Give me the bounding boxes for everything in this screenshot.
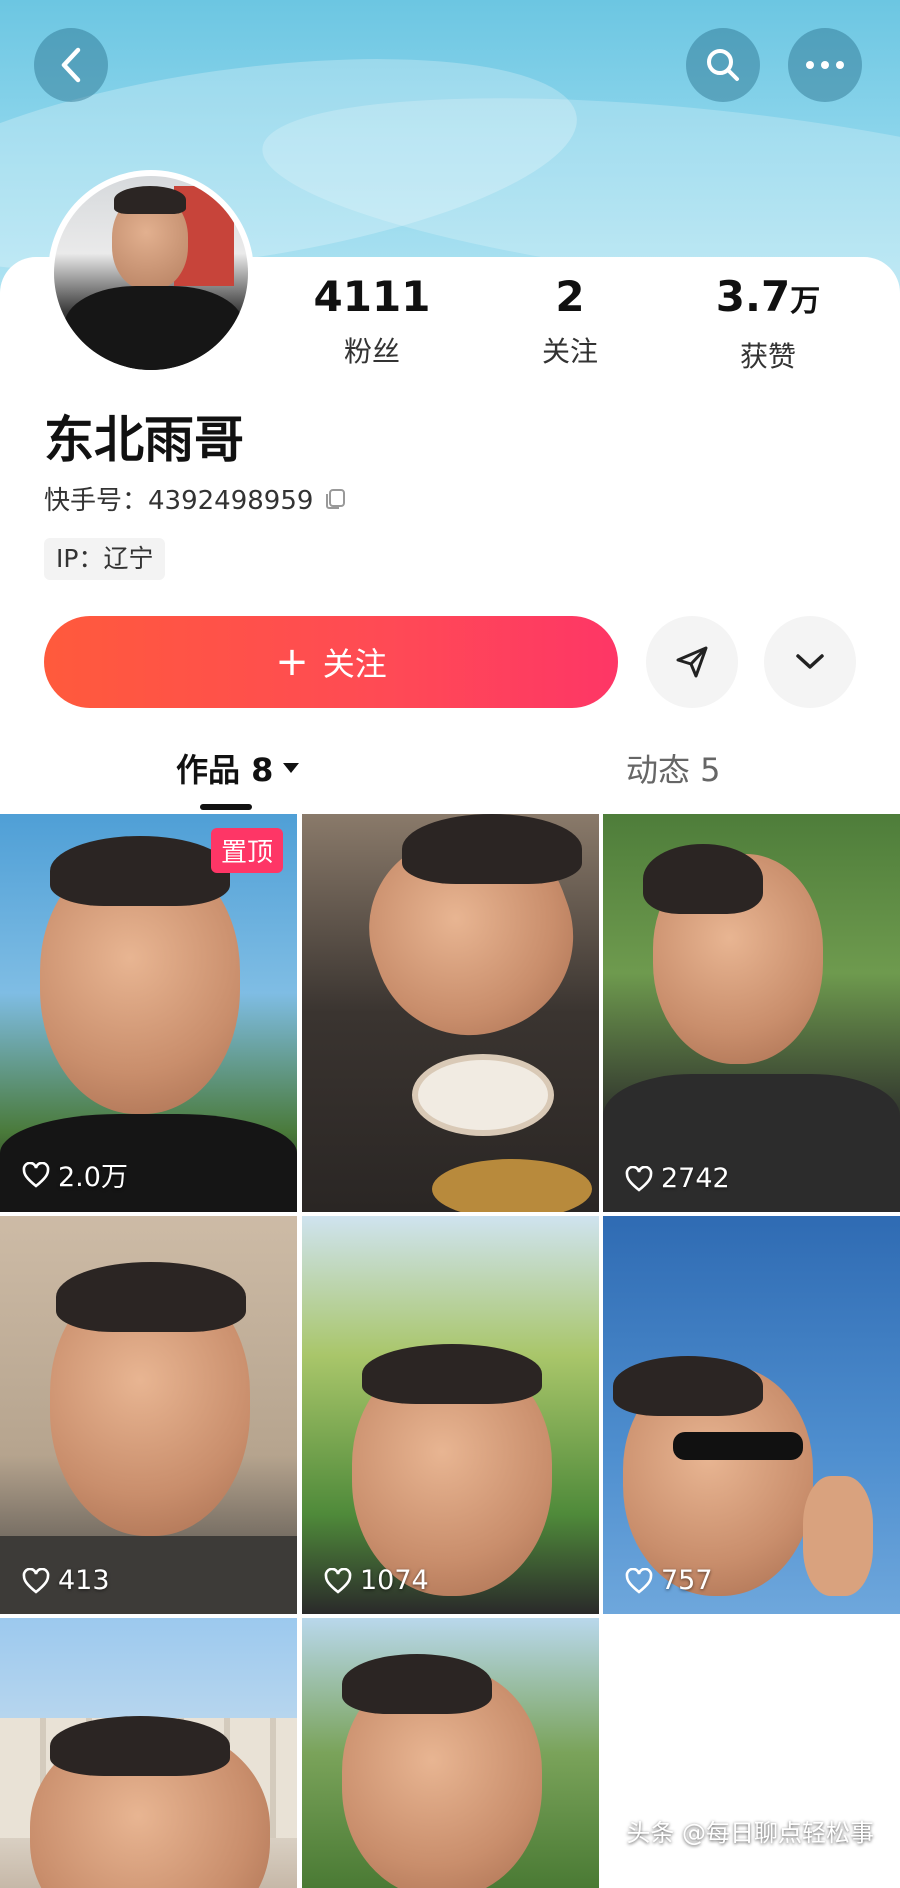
heart-icon [22,1567,50,1594]
video-likes: 2742 [625,1163,730,1194]
likes-count: 3.7 [715,272,791,321]
plus-icon: + [275,639,309,685]
video-likes: 413 [22,1565,110,1596]
send-icon [676,646,708,678]
heart-icon [22,1161,50,1188]
video-likes: 2.0万 [22,1155,128,1194]
user-id-row: 快手号：4392498959 [44,480,347,517]
copy-icon[interactable] [323,487,347,511]
video-thumbnail[interactable]: 757 [603,1216,900,1614]
follow-button[interactable]: + 关注 [44,616,618,708]
video-likes-count: 2742 [661,1163,730,1194]
video-thumbnail[interactable]: 2742 [603,814,900,1212]
tab-active-indicator [200,804,252,810]
stat-following[interactable]: 2 关注 [485,272,655,370]
video-thumbnail[interactable] [302,1618,599,1888]
chevron-down-icon [796,654,824,669]
search-icon [707,49,739,81]
more-dots-icon [806,61,844,69]
followers-label: 粉丝 [343,335,400,368]
video-thumbnail[interactable]: 置顶 2.0万 [0,814,297,1212]
watermark: 头条 @每日聊点轻松事 [626,1819,874,1847]
tab-moments-label: 动态 5 [626,751,721,789]
expand-button[interactable] [764,616,856,708]
avatar[interactable] [48,170,254,376]
video-thumbnail[interactable] [302,814,599,1212]
search-button[interactable] [686,28,760,102]
video-likes: 1074 [324,1565,429,1596]
video-thumbnail[interactable] [0,1618,297,1888]
video-thumbnail[interactable]: 413 [0,1216,297,1614]
follow-label: 关注 [322,645,387,683]
tab-works-label: 作品 8 [176,751,274,789]
video-thumbnail[interactable]: 1074 [302,1216,599,1614]
stat-followers[interactable]: 4111 粉丝 [287,272,457,370]
user-id-label: 快手号： [44,486,149,516]
heart-icon [324,1567,352,1594]
more-button[interactable] [788,28,862,102]
stat-likes[interactable]: 3.7万 获赞 [683,272,853,375]
video-likes: 757 [625,1565,713,1596]
likes-label: 获赞 [739,340,796,373]
back-button[interactable] [34,28,108,102]
tab-works[interactable]: 作品 8 [176,745,301,791]
followers-count: 4111 [313,272,431,321]
following-label: 关注 [541,335,598,368]
heart-icon [625,1165,653,1192]
likes-unit: 万 [790,284,821,319]
caret-down-icon [283,763,300,773]
ip-location-tag: IP：辽宁 [44,538,166,580]
video-likes-count: 1074 [360,1565,429,1596]
tab-moments[interactable]: 动态 5 [626,745,721,791]
user-id-value: 4392498959 [148,486,314,516]
pinned-badge: 置顶 [210,828,283,873]
following-count: 2 [555,272,585,321]
chevron-left-icon [61,47,81,83]
heart-icon [625,1567,653,1594]
video-likes-count: 413 [58,1565,110,1596]
video-likes-count: 2.0万 [58,1162,128,1193]
profile-name: 东北雨哥 [44,411,244,469]
share-button[interactable] [646,616,738,708]
video-likes-count: 757 [661,1565,713,1596]
